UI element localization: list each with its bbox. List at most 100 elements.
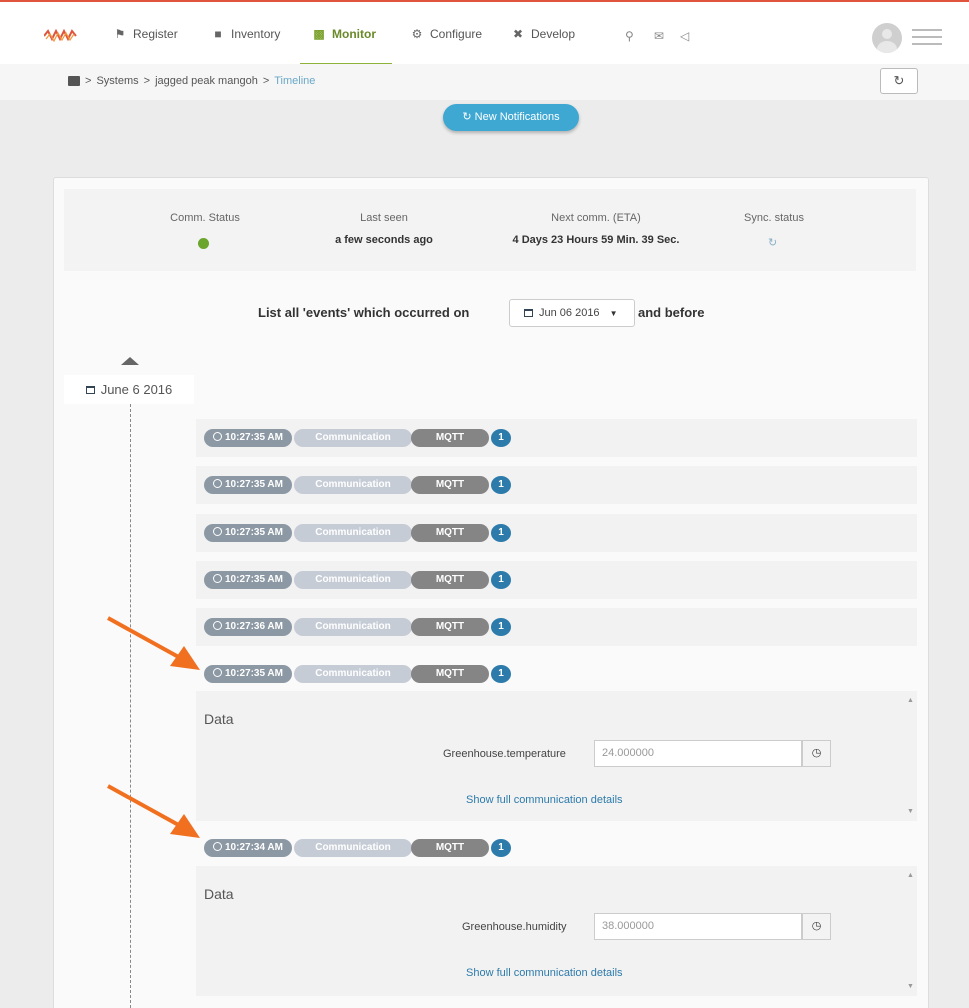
- event-time-badge: 10:27:35 AM: [204, 429, 292, 447]
- last-seen-label: Last seen: [360, 212, 408, 224]
- event-protocol-badge: MQTT: [411, 476, 489, 494]
- event-row[interactable]: 10:27:35 AM Communication MQTT 1: [196, 514, 917, 552]
- event-protocol-badge: MQTT: [411, 429, 489, 447]
- nav-inventory-label: Inventory: [231, 27, 281, 41]
- event-detail: Data Greenhouse.humidity 38.000000 ◷ Sho…: [196, 866, 917, 996]
- last-seen-value: a few seconds ago: [335, 234, 433, 246]
- event-type-badge: Communication: [294, 839, 412, 857]
- calendar-icon: [524, 309, 533, 317]
- annotation-arrow-icon: [107, 784, 200, 838]
- nav-register[interactable]: ⚑ Register: [113, 27, 178, 41]
- caret-down-icon: ▼: [609, 308, 618, 318]
- event-protocol-badge: MQTT: [411, 571, 489, 589]
- field-value-input[interactable]: 38.000000: [594, 913, 802, 940]
- new-notifications-button[interactable]: ↻ New Notifications: [443, 104, 579, 131]
- event-type-badge: Communication: [294, 665, 412, 683]
- clock-icon: [213, 668, 222, 677]
- undo-icon: ↻: [893, 73, 905, 88]
- megaphone-icon[interactable]: ◁: [680, 29, 689, 43]
- nav-monitor[interactable]: ▩ Monitor: [312, 27, 376, 41]
- breadcrumb: > Systems > jagged peak mangoh > Timelin…: [68, 75, 315, 87]
- detail-title: Data: [204, 886, 234, 902]
- event-count-badge: 1: [491, 571, 511, 589]
- avatar[interactable]: [872, 23, 902, 53]
- filter-prefix: List all 'events' which occurred on: [258, 305, 470, 320]
- nav-develop-label: Develop: [531, 27, 576, 41]
- sync-status-label: Sync. status: [744, 212, 804, 224]
- field-label: Greenhouse.temperature: [443, 748, 566, 760]
- scroll-up-triangle-icon[interactable]: [121, 357, 139, 365]
- clock-icon: [213, 842, 222, 851]
- event-count-badge: 1: [491, 429, 511, 447]
- logo-icon[interactable]: [44, 28, 78, 42]
- event-count-badge: 1: [491, 839, 511, 857]
- flag-icon: ⚑: [114, 27, 126, 41]
- clock-icon: [213, 621, 222, 630]
- detail-scrollbar[interactable]: ▲ ▼: [903, 866, 917, 996]
- nav-configure[interactable]: ⚙ Configure: [410, 27, 482, 41]
- date-dropdown[interactable]: Jun 06 2016 ▼: [509, 299, 635, 327]
- event-count-badge: 1: [491, 524, 511, 542]
- detail-title: Data: [204, 711, 234, 727]
- clock-icon: [213, 574, 222, 583]
- nav-inventory[interactable]: ■ Inventory: [211, 27, 280, 41]
- dashboard-icon: ▩: [313, 27, 325, 41]
- event-row[interactable]: 10:27:35 AM Communication MQTT 1: [196, 561, 917, 599]
- clock-icon: [213, 432, 222, 441]
- top-navigation: ⚑ Register ■ Inventory ▩ Monitor ⚙ Confi…: [0, 0, 969, 65]
- event-protocol-badge: MQTT: [411, 665, 489, 683]
- menu-icon[interactable]: [912, 29, 942, 47]
- event-time-badge: 10:27:35 AM: [204, 524, 292, 542]
- event-row[interactable]: 10:27:36 AM Communication MQTT 1: [196, 608, 917, 646]
- event-row[interactable]: 10:27:35 AM Communication MQTT 1: [196, 655, 917, 693]
- event-time-badge: 10:27:35 AM: [204, 571, 292, 589]
- status-summary: [64, 189, 916, 271]
- event-row[interactable]: 10:27:35 AM Communication MQTT 1: [196, 466, 917, 504]
- event-protocol-badge: MQTT: [411, 524, 489, 542]
- nav-develop[interactable]: ✖ Develop: [511, 27, 575, 41]
- clock-icon: [213, 527, 222, 536]
- event-detail: Data Greenhouse.temperature 24.000000 ◷ …: [196, 691, 917, 821]
- next-comm-label: Next comm. (ETA): [551, 212, 641, 224]
- event-count-badge: 1: [491, 618, 511, 636]
- clock-icon[interactable]: ◷: [802, 740, 831, 767]
- breadcrumb-system[interactable]: jagged peak mangoh: [155, 75, 258, 87]
- field-label: Greenhouse.humidity: [462, 921, 567, 933]
- comm-status-ok-icon: [198, 238, 209, 249]
- scroll-down-icon[interactable]: ▼: [907, 808, 914, 815]
- show-details-link[interactable]: Show full communication details: [466, 794, 623, 806]
- event-type-badge: Communication: [294, 571, 412, 589]
- clock-icon: [213, 479, 222, 488]
- mail-icon[interactable]: ✉: [654, 29, 664, 43]
- date-dropdown-value: Jun 06 2016: [539, 307, 600, 319]
- calendar-icon: [85, 385, 95, 394]
- event-type-badge: Communication: [294, 524, 412, 542]
- refresh-button[interactable]: ↻: [880, 68, 918, 94]
- home-icon[interactable]: [68, 76, 80, 86]
- next-comm-value: 4 Days 23 Hours 59 Min. 39 Sec.: [512, 234, 680, 246]
- detail-scrollbar[interactable]: ▲ ▼: [903, 691, 917, 821]
- event-time-badge: 10:27:35 AM: [204, 476, 292, 494]
- event-count-badge: 1: [491, 665, 511, 683]
- event-row[interactable]: 10:27:34 AM Communication MQTT 1: [196, 829, 917, 867]
- breadcrumb-systems[interactable]: Systems: [96, 75, 138, 87]
- breadcrumb-current: Timeline: [274, 75, 316, 87]
- nav-monitor-label: Monitor: [332, 27, 376, 41]
- event-row[interactable]: 10:27:35 AM Communication MQTT 1: [196, 419, 917, 457]
- scroll-up-icon[interactable]: ▲: [907, 872, 914, 879]
- event-type-badge: Communication: [294, 476, 412, 494]
- gear-icon: ⚙: [411, 27, 423, 41]
- search-icon[interactable]: ⚲: [625, 29, 634, 43]
- clock-icon[interactable]: ◷: [802, 913, 831, 940]
- scroll-up-icon[interactable]: ▲: [907, 697, 914, 704]
- timeline-date-label: June 6 2016: [100, 382, 173, 397]
- scroll-down-icon[interactable]: ▼: [907, 983, 914, 990]
- event-time-badge: 10:27:34 AM: [204, 839, 292, 857]
- show-details-link[interactable]: Show full communication details: [466, 967, 623, 979]
- field-value-input[interactable]: 24.000000: [594, 740, 802, 767]
- event-type-badge: Communication: [294, 618, 412, 636]
- event-protocol-badge: MQTT: [411, 618, 489, 636]
- sync-icon: ↻: [768, 237, 778, 249]
- annotation-arrow-icon: [107, 616, 200, 670]
- event-count-badge: 1: [491, 476, 511, 494]
